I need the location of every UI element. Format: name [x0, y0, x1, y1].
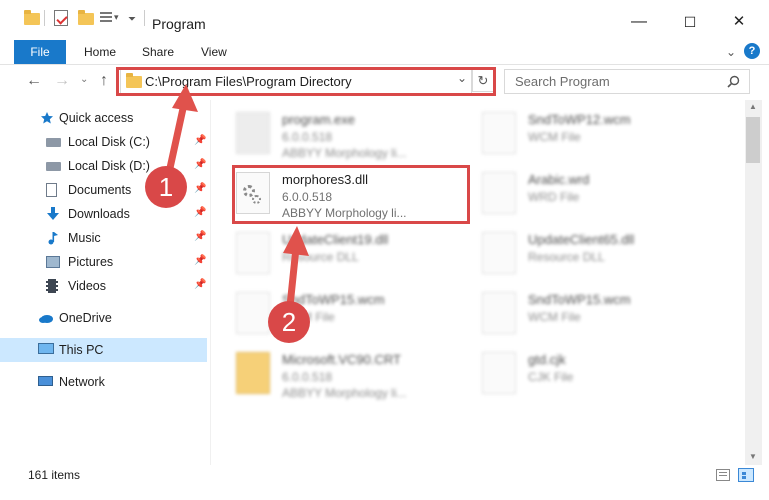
arrow-1 [166, 84, 198, 172]
arrow-2 [283, 226, 309, 310]
annotation-arrows [166, 84, 309, 310]
details-view-icon[interactable] [716, 469, 730, 481]
step-1-badge: 1 [145, 166, 187, 208]
tiles-view-icon[interactable] [738, 468, 754, 482]
step-2-badge: 2 [268, 301, 310, 343]
item-count: 161 items [28, 468, 81, 482]
status-bar: 161 items [0, 465, 769, 500]
